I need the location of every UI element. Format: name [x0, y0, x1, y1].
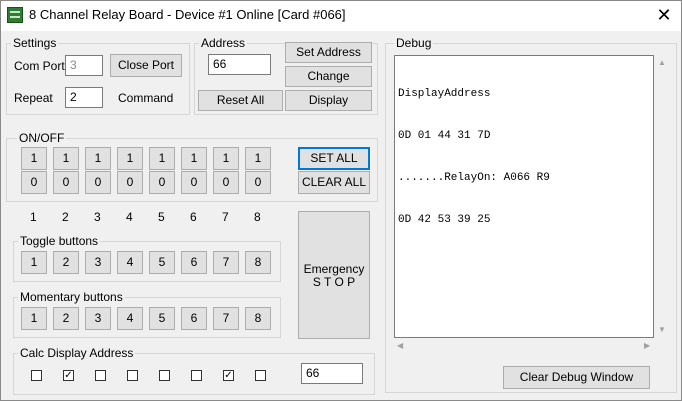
- on-button-8[interactable]: 1: [245, 147, 271, 170]
- off-button-6[interactable]: 0: [181, 171, 207, 194]
- off-button-1[interactable]: 0: [21, 171, 47, 194]
- reset-all-button[interactable]: Reset All: [198, 90, 283, 111]
- scroll-up-icon[interactable]: ▲: [658, 59, 666, 67]
- scroll-left-icon[interactable]: ◀: [397, 342, 403, 350]
- debug-line-1: DisplayAddress: [398, 88, 491, 100]
- momentary-button-5[interactable]: 5: [149, 307, 175, 330]
- com-port-label: Com Port: [14, 59, 65, 73]
- set-all-button[interactable]: SET ALL: [298, 147, 370, 170]
- debug-vertical-scrollbar[interactable]: ▲ ▼: [655, 55, 670, 338]
- clear-debug-window-button[interactable]: Clear Debug Window: [503, 366, 650, 389]
- address-group-label: Address: [199, 36, 248, 50]
- calc-checkbox-3[interactable]: [95, 370, 106, 381]
- channel-number-3: 3: [94, 210, 101, 224]
- channel-number-8: 8: [254, 210, 261, 224]
- title-bar: 8 Channel Relay Board - Device #1 Online…: [1, 1, 681, 31]
- on-button-1[interactable]: 1: [21, 147, 47, 170]
- address-field[interactable]: 66: [208, 54, 271, 75]
- channel-number-6: 6: [190, 210, 197, 224]
- channel-number-2: 2: [62, 210, 69, 224]
- off-button-2[interactable]: 0: [53, 171, 79, 194]
- repeat-field[interactable]: 2: [65, 87, 103, 108]
- relay-board-window: 8 Channel Relay Board - Device #1 Online…: [0, 0, 682, 401]
- emergency-stop-button[interactable]: Emergency S T O P: [298, 211, 370, 339]
- toggle-button-3[interactable]: 3: [85, 251, 111, 274]
- toggle-button-2[interactable]: 2: [53, 251, 79, 274]
- calc-checkbox-1[interactable]: [31, 370, 42, 381]
- toggle-button-5[interactable]: 5: [149, 251, 175, 274]
- off-button-3[interactable]: 0: [85, 171, 111, 194]
- toggle-button-8[interactable]: 8: [245, 251, 271, 274]
- momentary-button-7[interactable]: 7: [213, 307, 239, 330]
- calc-checkbox-7[interactable]: ✓: [223, 370, 234, 381]
- relay-board-icon: [7, 7, 23, 23]
- calc-checkbox-2[interactable]: ✓: [63, 370, 74, 381]
- channel-number-7: 7: [222, 210, 229, 224]
- debug-line-4: 0D 42 53 39 25: [398, 214, 491, 226]
- repeat-label: Repeat: [14, 91, 53, 105]
- on-button-2[interactable]: 1: [53, 147, 79, 170]
- calc-checkbox-8[interactable]: [255, 370, 266, 381]
- toggle-button-4[interactable]: 4: [117, 251, 143, 274]
- on-button-3[interactable]: 1: [85, 147, 111, 170]
- command-label: Command: [118, 91, 174, 105]
- calc-address-field[interactable]: 66: [301, 363, 363, 384]
- stop-label: S T O P: [312, 275, 356, 289]
- debug-output[interactable]: DisplayAddress 0D 01 44 31 7D .......Rel…: [394, 55, 654, 338]
- off-button-4[interactable]: 0: [117, 171, 143, 194]
- calc-display-group-label: Calc Display Address: [18, 346, 136, 360]
- close-icon[interactable]: ✕: [647, 2, 681, 28]
- channel-number-1: 1: [30, 210, 37, 224]
- toggle-button-6[interactable]: 6: [181, 251, 207, 274]
- settings-group-label: Settings: [11, 36, 59, 50]
- on-button-5[interactable]: 1: [149, 147, 175, 170]
- scroll-right-icon[interactable]: ▶: [644, 342, 650, 350]
- com-port-field[interactable]: 3: [65, 55, 103, 76]
- close-port-button[interactable]: Close Port: [110, 54, 182, 77]
- channel-number-4: 4: [126, 210, 133, 224]
- toggle-button-1[interactable]: 1: [21, 251, 47, 274]
- on-button-4[interactable]: 1: [117, 147, 143, 170]
- display-button[interactable]: Display: [285, 90, 372, 111]
- channel-number-5: 5: [158, 210, 165, 224]
- on-button-7[interactable]: 1: [213, 147, 239, 170]
- momentary-button-1[interactable]: 1: [21, 307, 47, 330]
- window-title: 8 Channel Relay Board - Device #1 Online…: [29, 7, 346, 22]
- momentary-button-4[interactable]: 4: [117, 307, 143, 330]
- debug-line-3: .......RelayOn: A066 R9: [398, 172, 550, 184]
- toggle-button-7[interactable]: 7: [213, 251, 239, 274]
- off-button-7[interactable]: 0: [213, 171, 239, 194]
- debug-horizontal-scrollbar[interactable]: ◀ ▶: [394, 339, 655, 354]
- onoff-group-label: ON/OFF: [17, 131, 67, 145]
- calc-checkbox-6[interactable]: [191, 370, 202, 381]
- debug-group-label: Debug: [394, 36, 434, 50]
- off-button-8[interactable]: 0: [245, 171, 271, 194]
- off-button-5[interactable]: 0: [149, 171, 175, 194]
- calc-checkbox-5[interactable]: [159, 370, 170, 381]
- toggle-group-label: Toggle buttons: [18, 234, 101, 248]
- scroll-down-icon[interactable]: ▼: [658, 326, 666, 334]
- calc-checkbox-4[interactable]: [127, 370, 138, 381]
- on-button-6[interactable]: 1: [181, 147, 207, 170]
- debug-line-2: 0D 01 44 31 7D: [398, 130, 491, 142]
- momentary-button-2[interactable]: 2: [53, 307, 79, 330]
- momentary-button-6[interactable]: 6: [181, 307, 207, 330]
- change-button[interactable]: Change: [285, 66, 372, 87]
- momentary-button-3[interactable]: 3: [85, 307, 111, 330]
- momentary-button-8[interactable]: 8: [245, 307, 271, 330]
- clear-all-button[interactable]: CLEAR ALL: [298, 171, 370, 194]
- momentary-group-label: Momentary buttons: [18, 290, 125, 304]
- set-address-button[interactable]: Set Address: [285, 42, 372, 63]
